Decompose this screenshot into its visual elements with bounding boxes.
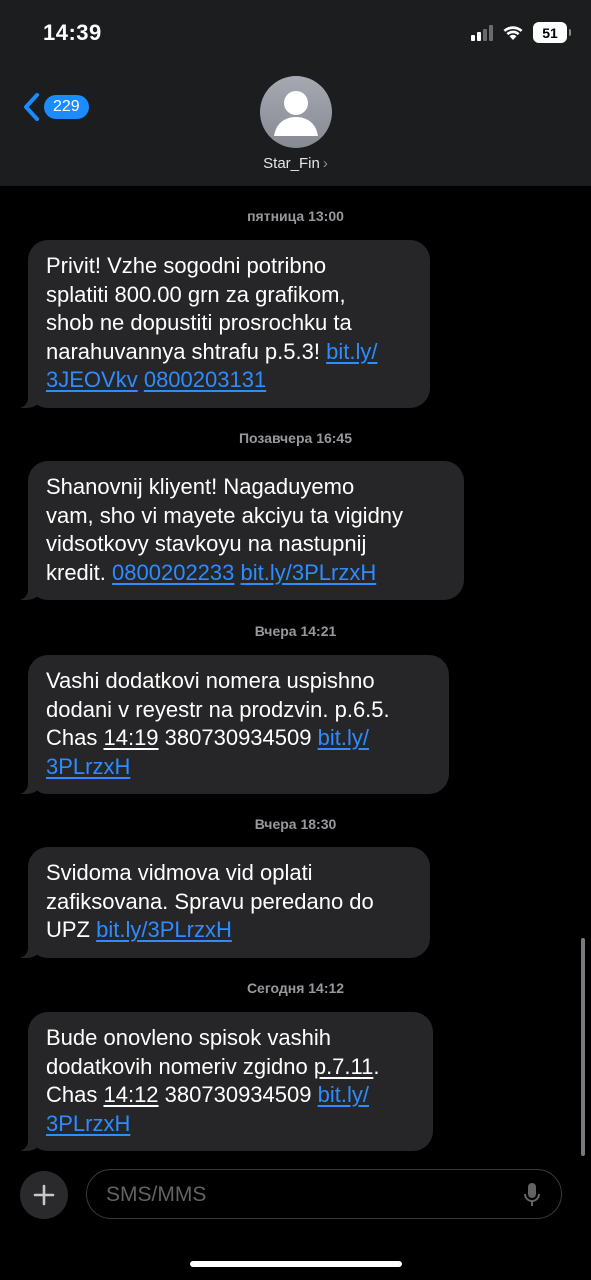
message-bubble[interactable]: Svidoma vidmova vid oplati zafiksovana. S…	[17, 847, 430, 958]
message-line: Chas 14:12 380730934509 bit.ly/	[46, 1081, 417, 1110]
message-bubble[interactable]: Shanovnij kliyent! Nagaduyemo vam, sho vi…	[17, 461, 464, 600]
message-text: Chas	[46, 1082, 104, 1107]
microphone-icon[interactable]	[523, 1182, 541, 1208]
message-text: narahuvannya shtrafu p.5.3!	[46, 338, 327, 364]
message-text: 380730934509	[158, 1082, 318, 1107]
unread-count-badge: 229	[44, 95, 89, 119]
message-text: 380730934509	[158, 725, 318, 750]
message-line: dodatkovih nomeriv zgidno p.7.11.	[46, 1053, 417, 1082]
message-detected-data[interactable]: 14:19	[103, 725, 158, 750]
message-text: vidsotkovy stavkoyu na nastupnij	[46, 531, 367, 556]
message-line: 3PLrzxH	[46, 1110, 417, 1139]
message-text: dodani v reyestr na prodzvin. p.6.5.	[46, 696, 390, 722]
scrollbar[interactable]	[581, 938, 585, 1156]
message-input-placeholder: SMS/MMS	[106, 1183, 207, 1206]
message-detected-data[interactable]: 14:12	[103, 1082, 158, 1107]
message-text: dodatkovih nomeriv zgidno	[46, 1053, 314, 1079]
message-line: Svidoma vidmova vid oplati	[46, 859, 414, 888]
message-bubble[interactable]: Privit! Vzhe sogodni potribno splatiti 80…	[17, 240, 430, 408]
message-line: shob ne dopustiti prosrochku ta	[46, 309, 414, 338]
message-text: Svidoma vidmova vid oplati	[46, 860, 313, 885]
message-timestamp: Вчера 18:30	[254, 816, 337, 832]
home-indicator[interactable]	[190, 1261, 402, 1267]
message-line: 3PLrzxH	[46, 753, 433, 782]
message-link[interactable]: bit.ly/	[318, 725, 369, 750]
battery-level: 51	[542, 24, 558, 41]
message-detected-data[interactable]: p.7.11	[314, 1054, 374, 1079]
message-link[interactable]: 3JEOVkv	[46, 367, 138, 392]
conversation-header: 14:39 51 229 Star_Fin ›	[0, 0, 591, 186]
message-bubble[interactable]: Bude onovleno spisok vashih dodatkovih no…	[17, 1012, 433, 1151]
message-line: Vashi dodatkovi nomera uspishno	[46, 667, 433, 696]
chevron-right-icon: ›	[322, 155, 328, 172]
message-line: dodani v reyestr na prodzvin. p.6.5.	[46, 696, 433, 725]
message-line: 3JEOVkv 0800203131	[46, 366, 414, 395]
message-line: narahuvannya shtrafu p.5.3! bit.ly/	[46, 338, 414, 367]
contact-name-text: Star_Fin	[263, 155, 320, 172]
message-line: kredit. 0800202233 bit.ly/3PLrzxH	[46, 559, 448, 588]
message-line: zafiksovana. Spravu peredano do	[46, 888, 414, 917]
message-text: shob ne dopustiti prosrochku ta	[46, 310, 352, 335]
message-text: Chas	[46, 725, 104, 750]
message-text: splatiti 800.00 grn za grafikom,	[46, 281, 346, 307]
message-link[interactable]: 3PLrzxH	[46, 754, 130, 779]
battery-icon: 51	[533, 22, 571, 43]
person-icon	[274, 91, 318, 136]
message-link[interactable]: 3PLrzxH	[46, 1111, 130, 1136]
message-timestamp: Позавчера 16:45	[238, 430, 352, 446]
add-attachment-button[interactable]	[20, 1171, 68, 1219]
message-line: splatiti 800.00 grn za grafikom,	[46, 281, 414, 310]
status-time: 14:39	[43, 20, 102, 45]
message-line: Privit! Vzhe sogodni potribno	[46, 252, 414, 281]
message-text: UPZ	[46, 917, 97, 942]
signal-icon	[471, 24, 493, 41]
status-icons: 51	[471, 22, 571, 43]
message-line: UPZ bit.ly/3PLrzxH	[46, 916, 414, 945]
message-line: vidsotkovy stavkoyu na nastupnij	[46, 530, 448, 559]
message-link[interactable]: 0800202233	[112, 560, 234, 585]
message-line: vam, sho vi mayete akciyu ta vigidny	[46, 502, 448, 531]
message-link[interactable]: bit.ly/	[318, 1082, 369, 1107]
message-input[interactable]: SMS/MMS	[86, 1169, 562, 1219]
message-bubble[interactable]: Vashi dodatkovi nomera uspishno dodani v …	[17, 655, 449, 794]
message-link[interactable]: bit.ly/3PLrzxH	[241, 560, 377, 585]
message-text: Vashi dodatkovi nomera uspishno	[46, 668, 375, 693]
message-text: .	[373, 1053, 380, 1079]
message-link[interactable]: 0800203131	[144, 367, 266, 392]
message-text: Privit! Vzhe sogodni potribno	[46, 253, 327, 278]
plus-icon	[33, 1184, 55, 1206]
message-text: Bude onovleno spisok vashih	[46, 1025, 331, 1050]
message-line: Shanovnij kliyent! Nagaduyemo	[46, 473, 448, 502]
message-link[interactable]: bit.ly/	[326, 339, 377, 364]
chevron-left-icon	[24, 93, 39, 121]
message-timestamp: Сегодня 14:12	[246, 980, 345, 996]
message-timestamp: Вчера 14:21	[254, 623, 337, 639]
message-text: zafiksovana. Spravu peredano do	[46, 888, 374, 914]
message-text: Shanovnij kliyent! Nagaduyemo	[46, 474, 355, 499]
message-line: Chas 14:19 380730934509 bit.ly/	[46, 724, 433, 753]
message-timestamp: пятница 13:00	[247, 208, 344, 224]
wifi-icon	[503, 25, 523, 40]
message-link[interactable]: bit.ly/3PLrzxH	[96, 917, 232, 942]
message-text: kredit.	[46, 559, 113, 585]
contact-avatar[interactable]	[260, 76, 332, 148]
message-line: Bude onovleno spisok vashih	[46, 1024, 417, 1053]
contact-name[interactable]: Star_Fin ›	[0, 155, 591, 172]
back-button[interactable]: 229	[22, 92, 89, 122]
message-text: vam, sho vi mayete akciyu ta vigidny	[46, 502, 404, 528]
